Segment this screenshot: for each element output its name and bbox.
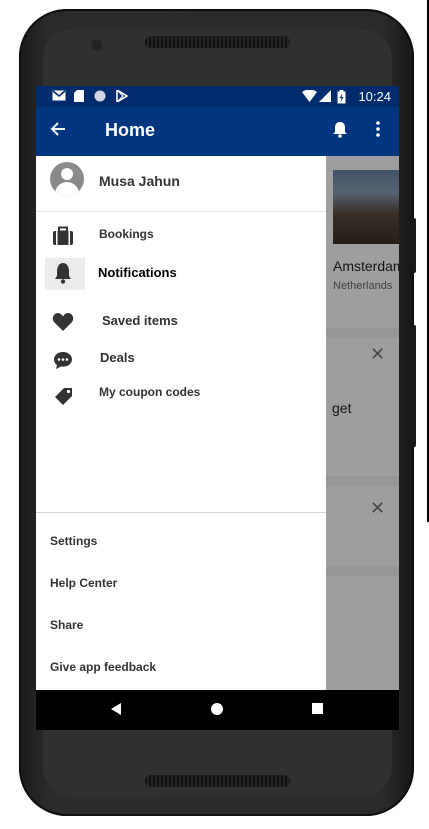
drawer-item-label: Bookings bbox=[99, 227, 154, 241]
avatar bbox=[50, 162, 84, 196]
drawer-item-coupons[interactable]: My coupon codes bbox=[36, 378, 326, 414]
front-camera bbox=[93, 41, 101, 49]
drawer-item-label: My coupon codes bbox=[99, 385, 201, 399]
profile-name: Musa Jahun bbox=[99, 173, 180, 189]
bell-icon[interactable] bbox=[332, 121, 348, 143]
bottom-speaker bbox=[145, 775, 290, 787]
gmail-icon bbox=[52, 90, 66, 105]
drawer-share-link[interactable]: Share bbox=[50, 618, 83, 632]
briefcase-icon bbox=[52, 226, 74, 246]
play-store-icon bbox=[116, 88, 129, 106]
wifi-icon bbox=[302, 89, 317, 106]
drawer-help-link[interactable]: Help Center bbox=[50, 576, 117, 590]
signal-icon bbox=[319, 90, 332, 106]
drawer-profile[interactable]: Musa Jahun bbox=[36, 156, 326, 212]
drawer-item-label: Deals bbox=[100, 350, 135, 365]
status-time: 10:24 bbox=[358, 89, 391, 104]
bell-icon bbox=[54, 262, 76, 284]
circle-icon bbox=[94, 90, 106, 106]
screen: 10:24 Home Amsterdam Netherlands ✕ get ✕ bbox=[36, 86, 399, 730]
system-nav-bar bbox=[36, 690, 399, 730]
nav-recents-icon[interactable] bbox=[312, 703, 323, 714]
back-arrow-icon[interactable] bbox=[50, 119, 66, 143]
navigation-drawer: Musa Jahun Bookings Notifications Saved … bbox=[36, 156, 326, 690]
drawer-feedback-link[interactable]: Give app feedback bbox=[50, 660, 156, 674]
heart-icon bbox=[52, 312, 74, 332]
drawer-item-saved[interactable]: Saved items bbox=[36, 304, 326, 340]
more-vert-icon[interactable] bbox=[376, 121, 380, 140]
top-speaker bbox=[145, 36, 290, 48]
app-bar: Home bbox=[36, 107, 399, 156]
nav-back-icon[interactable] bbox=[111, 703, 121, 715]
side-button bbox=[412, 325, 416, 447]
status-bar: 10:24 bbox=[36, 86, 399, 107]
chat-bubble-icon bbox=[52, 350, 74, 370]
drawer-item-notifications[interactable]: Notifications bbox=[36, 256, 326, 292]
drawer-divider bbox=[36, 512, 326, 513]
nav-home-icon[interactable] bbox=[211, 703, 223, 715]
sd-card-icon bbox=[74, 90, 84, 106]
page-title: Home bbox=[105, 120, 156, 140]
drawer-item-deals[interactable]: Deals bbox=[36, 342, 326, 378]
tag-icon bbox=[52, 386, 74, 406]
drawer-item-label: Saved items bbox=[102, 313, 178, 328]
battery-icon bbox=[337, 90, 346, 108]
drawer-item-label: Notifications bbox=[98, 265, 177, 280]
drawer-settings-link[interactable]: Settings bbox=[50, 534, 97, 548]
drawer-item-bookings[interactable]: Bookings bbox=[36, 218, 326, 254]
volume-button bbox=[412, 218, 416, 273]
